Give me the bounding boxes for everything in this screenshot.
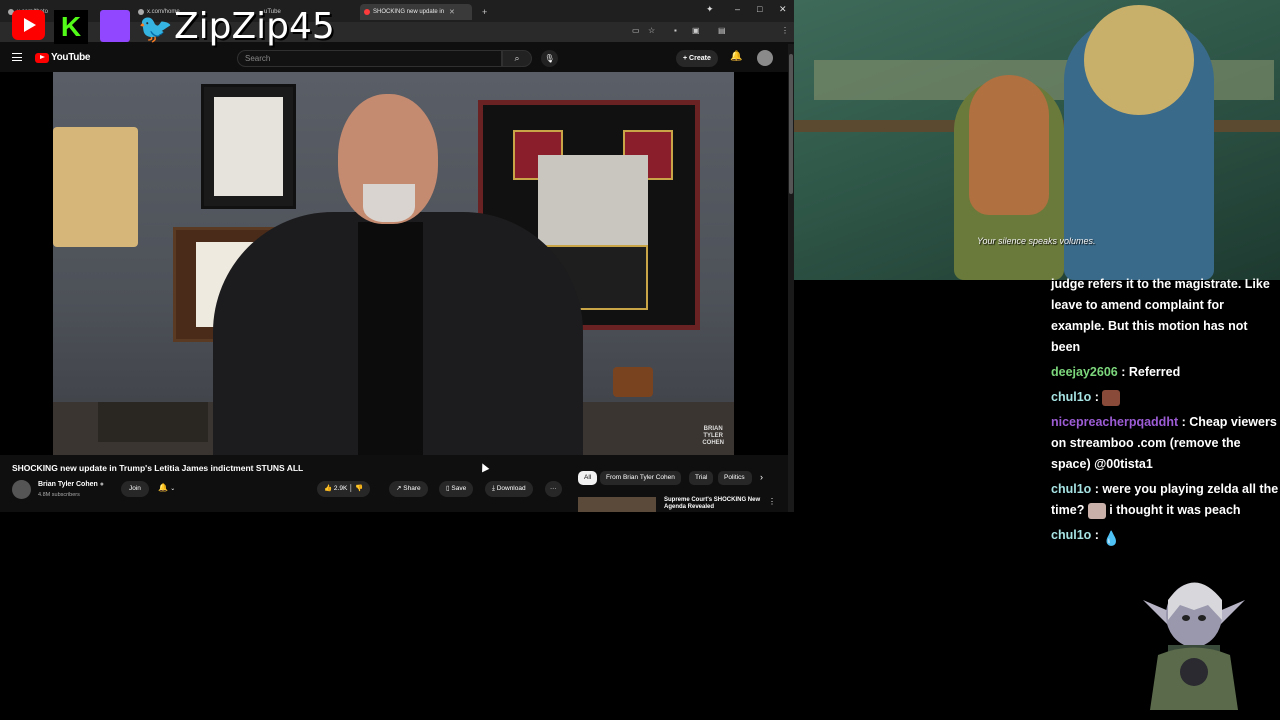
minimize-button[interactable]: – — [735, 4, 740, 14]
chat-message: chul1o : — [1048, 387, 1280, 408]
streamer-name: ZipZip45 — [174, 6, 335, 47]
share-icon: ↗ — [396, 485, 402, 492]
extensions-icon[interactable]: ✦ — [706, 4, 714, 15]
lamp-shade — [53, 127, 138, 247]
chevron-right-icon[interactable]: › — [760, 472, 763, 482]
browser-window: x.com/theto x.com/home uTube SHOCKING ne… — [0, 0, 794, 512]
share-button[interactable]: ↗ Share — [389, 481, 428, 497]
channel-watermark: BRIAN TYLER COHEN — [702, 426, 724, 446]
chat-username: chul1o — [1051, 528, 1092, 542]
save-button[interactable]: ▯ Save — [439, 481, 474, 497]
close-window-button[interactable]: ✕ — [779, 4, 787, 15]
books — [98, 402, 208, 442]
youtube-header: YouTube Search ⌕ 🎙 + Create 🔔 — [0, 44, 790, 72]
chevron-down-icon: ⌄ — [170, 486, 176, 492]
mic-icon: 🎙 — [544, 54, 555, 63]
create-button[interactable]: + Create — [676, 50, 718, 67]
chat-message: deejay2606 : Referred — [1051, 365, 1181, 379]
thumbs-down-icon[interactable]: 👎 — [355, 485, 363, 492]
menu-dots-icon[interactable]: ⋮ — [781, 26, 789, 35]
video-player[interactable]: BRIAN TYLER COHEN — [0, 72, 790, 455]
join-button[interactable]: Join — [121, 481, 149, 497]
subscribe-bell-icon[interactable]: 🔔 ⌄ — [158, 483, 175, 492]
chat-emote — [1087, 502, 1106, 519]
chat-username: chul1o — [1051, 390, 1092, 404]
recommendation-title[interactable]: Supreme Court's SHOCKING New Agenda Reve… — [664, 497, 764, 511]
save-icon: ▯ — [446, 485, 450, 492]
hamburger-menu-icon[interactable] — [12, 53, 22, 61]
youtube-logo[interactable]: YouTube — [35, 52, 91, 63]
channel-name[interactable]: Brian Tyler Cohen ● — [38, 481, 104, 488]
stream-chat: judge refers it to the magistrate. Like … — [1048, 274, 1280, 550]
chip-all[interactable]: All — [578, 471, 598, 485]
chip-trial[interactable]: Trial — [689, 471, 714, 485]
chat-message: nicepreacherpqaddht : Cheap viewers on s… — [1051, 415, 1277, 471]
game-capture: Your silence speaks volumes. — [794, 0, 1280, 280]
youtube-social-icon — [12, 10, 45, 40]
twitch-social-icon — [100, 10, 130, 42]
notifications-bell-icon[interactable]: 🔔 — [730, 51, 742, 62]
thumbs-up-icon: 👍 — [324, 485, 333, 492]
search-input[interactable]: Search — [237, 50, 502, 67]
maximize-button[interactable]: □ — [757, 4, 762, 14]
account-avatar[interactable] — [757, 50, 773, 66]
youtube-tab-icon — [364, 9, 370, 15]
sidebar-icon[interactable]: ▤ — [718, 26, 726, 35]
screen: x.com/theto x.com/home uTube SHOCKING ne… — [0, 0, 1280, 720]
youtube-play-icon — [35, 52, 49, 63]
download-button[interactable]: ⤓ Download — [485, 481, 533, 497]
peach-emote: 💧 — [1102, 529, 1121, 546]
game-subtitle: Your silence speaks volumes. — [977, 236, 1096, 246]
video-frame: BRIAN TYLER COHEN — [53, 72, 734, 455]
chat-emote — [1102, 389, 1121, 406]
download-icon: ⤓ — [492, 485, 495, 492]
recommendation-thumbnail[interactable] — [578, 497, 656, 512]
chat-username: nicepreacherpqaddht — [1051, 415, 1179, 429]
chat-message: chul1o : were you playing zelda all the … — [1051, 482, 1279, 519]
like-button[interactable]: 👍 2.9K │ 👎 — [317, 481, 371, 497]
video-title: SHOCKING new update in Trump's Letitia J… — [12, 463, 304, 473]
chat-message: judge refers it to the magistrate. Like … — [1051, 277, 1270, 354]
kick-social-icon: K — [54, 10, 88, 44]
voice-search-button[interactable]: 🎙 — [541, 50, 558, 67]
chat-message: chul1o : 💧 — [1051, 528, 1121, 546]
elf-mascot — [1143, 582, 1245, 710]
search-icon: ⌕ — [514, 53, 520, 63]
new-tab-button[interactable]: + — [478, 4, 490, 20]
chat-username: deejay2606 — [1051, 365, 1118, 379]
search-button[interactable]: ⌕ — [502, 50, 532, 67]
extension-icon[interactable]: ▪ — [674, 26, 677, 35]
chat-username: chul1o — [1051, 482, 1092, 496]
twitter-bird-icon: 🐦 — [138, 13, 173, 44]
subscriber-count: 4.8M subscribers — [38, 492, 80, 498]
cast-icon[interactable]: ▭ — [632, 26, 640, 35]
puzzle-icon[interactable]: ▣ — [692, 26, 700, 35]
gavel — [613, 367, 653, 397]
tab-active-video[interactable]: SHOCKING new update in ✕ — [360, 4, 472, 20]
more-actions-button[interactable]: ··· — [545, 481, 562, 497]
channel-avatar[interactable] — [12, 480, 31, 499]
framed-picture — [201, 84, 296, 209]
recommendation-menu-icon[interactable]: ⋮ — [768, 497, 776, 506]
close-tab-icon[interactable]: ✕ — [449, 8, 455, 16]
chip-from-channel[interactable]: From Brian Tyler Cohen — [600, 471, 681, 485]
chip-politics[interactable]: Politics — [718, 471, 752, 485]
bookmark-star-icon[interactable]: ☆ — [648, 26, 655, 35]
verified-icon: ● — [99, 481, 104, 488]
